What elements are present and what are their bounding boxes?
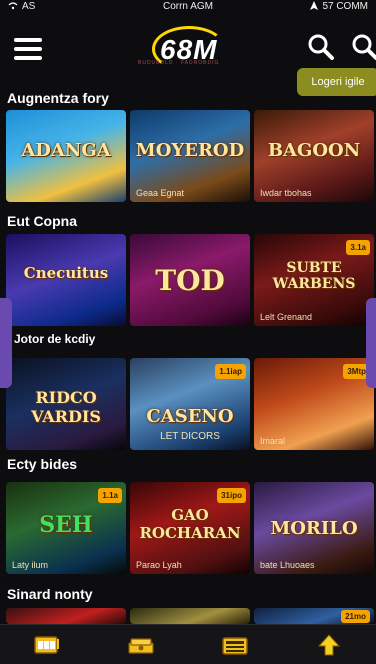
bottom-nav [0,624,376,664]
game-row: Cnecuitus TOD 3.1a SUBTE WARBENS Lelt Gr… [6,234,376,326]
nav-cash[interactable] [121,627,161,663]
game-title: GAO ROCHARAN [139,506,241,542]
game-badge: 3.1a [346,240,370,255]
game-subtitle: Parao Lyah [136,560,182,570]
login-button[interactable]: Logeri igile [297,68,376,96]
game-subtitle: Lelt Grenand [260,312,313,322]
side-tab-right[interactable] [366,298,376,388]
up-arrow-icon [317,633,341,655]
side-tab-left[interactable] [0,298,12,388]
game-row: 21mo [6,608,376,624]
game-subtitle: Laty ilum [12,560,49,570]
cash-stack-icon [128,637,154,654]
game-title: ADANGA [21,140,111,161]
game-tile[interactable]: 21mo [254,608,374,624]
game-tile[interactable]: ADANGA [6,110,126,202]
game-tile[interactable]: BAGOON Iwdar tbohas [254,110,374,202]
section-title: Ecty bides [7,456,78,472]
game-title: RIDCO VARDIS [31,388,101,426]
slot-machine-icon [34,635,59,654]
game-subtitle: LET DICORS [160,431,220,442]
game-tile[interactable]: Cnecuitus [6,234,126,326]
nav-slots[interactable] [27,627,67,663]
game-tile[interactable]: 1.1iap CASENO LET DICORS [130,358,250,450]
search-icon-secondary[interactable] [350,32,376,62]
status-right: 57 COMM [310,1,368,12]
game-subtitle: Geaa Egnat [136,188,185,198]
game-tile[interactable]: 3Mtp Imaral [254,358,374,450]
game-title: CASENO [146,406,234,427]
status-left-text: AS [22,0,36,12]
location-icon [310,1,319,10]
game-title: SUBTE WARBENS [272,260,356,292]
game-badge: 1.1iap [215,364,246,379]
wifi-icon [8,2,18,10]
game-tile[interactable]: RIDCO VARDIS [6,358,126,450]
game-subtitle: bate Lhuoaes [260,560,315,570]
brand-logo[interactable]: 68M BUDUBDLD · FADROBDIG [130,20,250,76]
game-tile[interactable]: 3.1a SUBTE WARBENS Lelt Grenand [254,234,374,326]
menu-icon[interactable] [14,38,42,60]
status-right-text: 57 COMM [322,0,368,12]
status-carrier: Corrn AGM [162,0,214,12]
game-row: 1.1a SEH Laty ilum 31ipo GAO ROCHARAN Pa… [6,482,376,574]
status-bar: AS Corrn AGM 57 COMM [0,0,376,12]
game-tile[interactable]: MORILO bate Lhuoaes [254,482,374,574]
section-title: Eut Copna [7,213,77,229]
game-tile[interactable]: 31ipo GAO ROCHARAN Parao Lyah [130,482,250,574]
game-badge: 21mo [341,610,370,623]
game-subtitle: Imaral [260,436,286,446]
status-left: AS [8,1,35,12]
section-title: Sinard nonty [7,586,93,602]
game-tile[interactable] [130,608,250,624]
logo-tagline: BUDUBDLD · FADROBDIG [138,60,220,66]
game-tile[interactable]: MOYEROD Geaa Egnat [130,110,250,202]
game-tile[interactable]: 1.1a SEH Laty ilum [6,482,126,574]
game-tile[interactable] [6,608,126,624]
game-title: MOYEROD [135,140,245,161]
nav-radio[interactable] [215,627,255,663]
search-icon[interactable] [306,32,336,62]
game-badge: 1.1a [98,488,122,503]
game-title: MORILO [270,518,358,539]
game-title: TOD [155,264,225,297]
game-subtitle: Iwdar tbohas [260,188,312,198]
game-row: ADANGA MOYEROD Geaa Egnat BAGOON Iwdar t… [6,110,376,202]
game-tile[interactable]: TOD [130,234,250,326]
game-title: SEH [39,512,93,538]
nav-up[interactable] [309,627,349,663]
game-row: RIDCO VARDIS 1.1iap CASENO LET DICORS 3M… [6,358,376,450]
game-title: Cnecuitus [23,264,109,282]
app-header: 68M BUDUBDLD · FADROBDIG [0,14,376,74]
section-title: Augnentza fory [7,90,109,106]
game-title: BAGOON [267,140,361,161]
radio-icon [222,636,248,655]
game-badge: 31ipo [217,488,246,503]
section-title: Jotor de kcdiy [14,332,96,346]
